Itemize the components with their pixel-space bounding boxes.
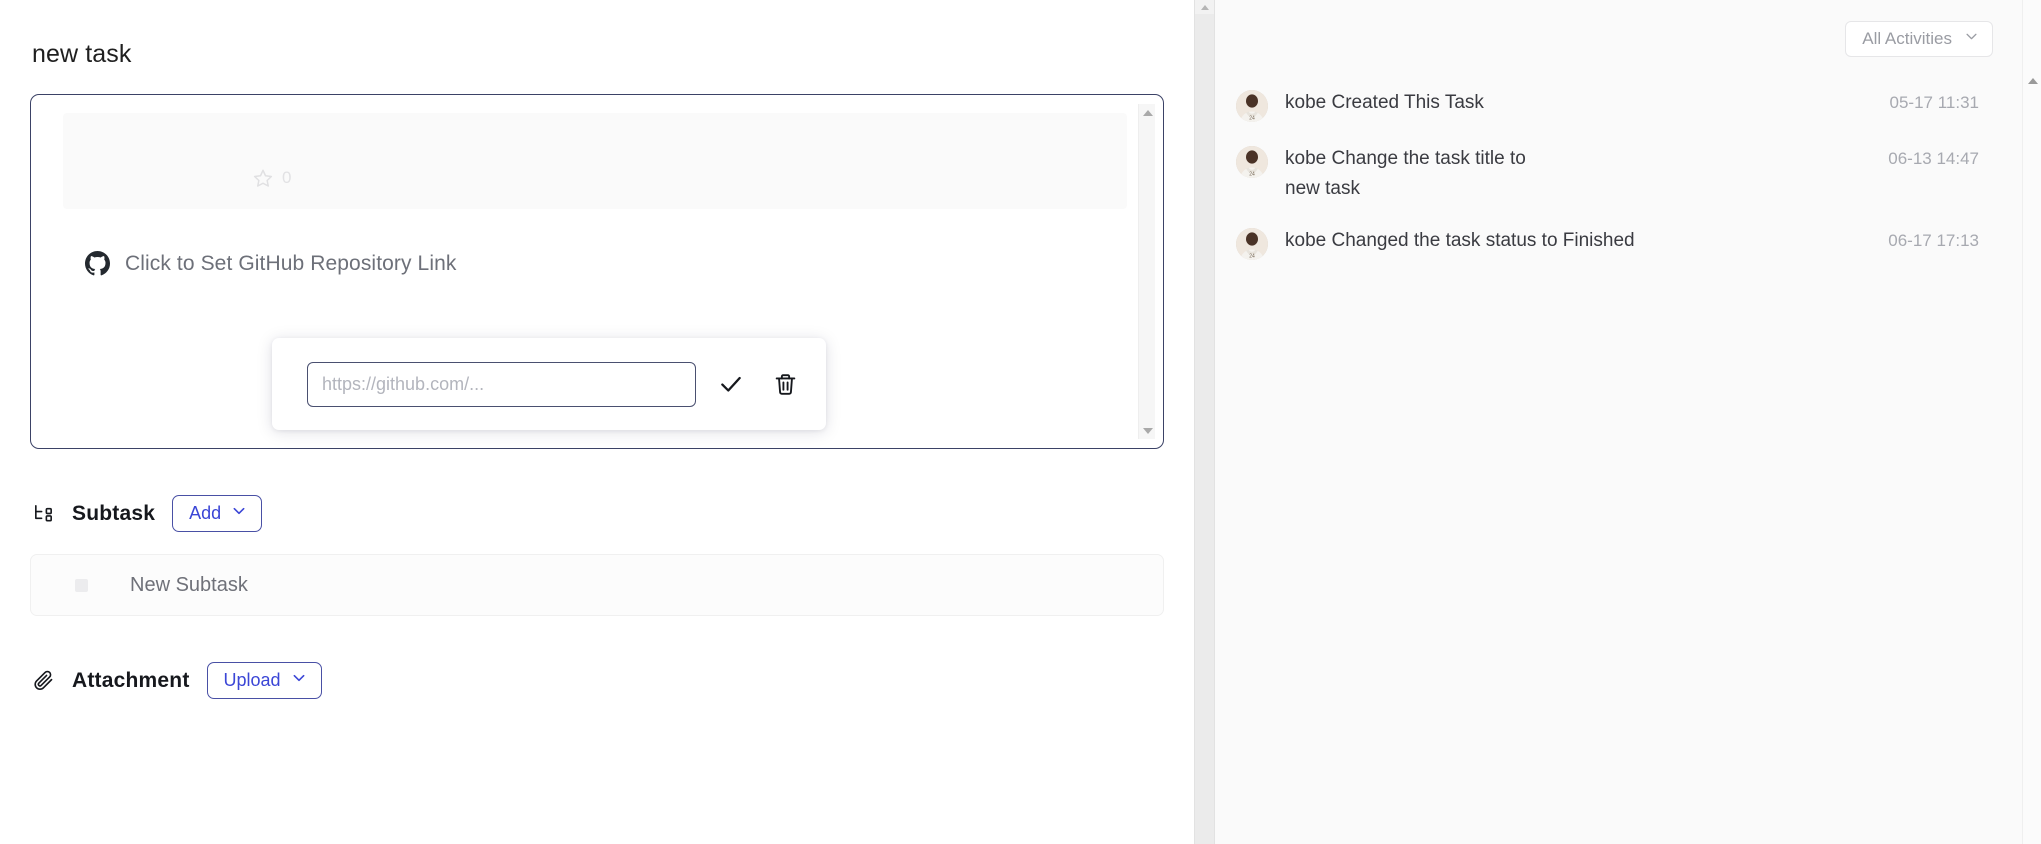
activities-filter-label: All Activities <box>1862 29 1952 48</box>
repo-link-row[interactable]: Click to Set GitHub Repository Link <box>63 251 1127 276</box>
subtask-item-label: New Subtask <box>130 573 248 596</box>
activity-text: kobe Change the task title to new task <box>1285 148 1526 199</box>
repo-stars: 0 <box>253 168 291 188</box>
upload-attachment-button[interactable]: Upload <box>206 662 322 699</box>
repo-link-prompt: Click to Set GitHub Repository Link <box>125 251 457 275</box>
activity-item: 24 kobe Created This Task 05-17 11:31 <box>1236 77 2015 133</box>
repo-banner: 0 <box>63 113 1127 209</box>
activities-filter-select[interactable]: All Activities <box>1845 21 1993 57</box>
activity-item: 24 kobe Change the task title to new tas… <box>1236 133 2015 215</box>
activities-filter-row: All Activities <box>1215 0 2015 57</box>
panel-divider[interactable] <box>1194 0 1215 844</box>
activity-text: kobe Created This Task <box>1285 92 1484 113</box>
avatar: 24 <box>1236 228 1268 260</box>
delete-link-button[interactable] <box>766 365 804 403</box>
activity-list: 24 kobe Created This Task 05-17 11:31 24 <box>1215 77 2015 271</box>
chevron-down-icon <box>1964 29 1979 49</box>
list-item[interactable]: New Subtask <box>30 554 1164 616</box>
activity-timestamp: 05-17 11:31 <box>1889 93 1979 112</box>
svg-text:24: 24 <box>1249 115 1255 121</box>
subtask-checkbox[interactable] <box>75 578 88 592</box>
scroll-up-icon[interactable] <box>2023 72 2041 90</box>
divider-scroll-up-icon[interactable] <box>1195 0 1214 14</box>
repo-stars-count: 0 <box>282 168 292 187</box>
activity-panel-scrollbar[interactable] <box>2022 0 2041 844</box>
avatar: 24 <box>1236 90 1268 122</box>
activity-panel: All Activities 24 kobe Created This Task… <box>1215 0 2041 844</box>
chevron-down-icon <box>231 503 247 524</box>
attachment-title: Attachment <box>72 668 190 692</box>
task-detail-page: new task 0 Click to Set GitHub Repositor… <box>0 0 2041 844</box>
star-icon <box>253 168 273 188</box>
activity-text: kobe Changed the task status to Finished <box>1285 230 1635 251</box>
scroll-up-icon[interactable] <box>1139 104 1156 121</box>
github-icon <box>85 251 110 276</box>
page-title: new task <box>32 40 132 68</box>
repo-card-scrollbar[interactable] <box>1138 104 1155 439</box>
subtask-title: Subtask <box>72 501 156 525</box>
subtask-section-header: Subtask Add <box>30 495 1164 532</box>
subtask-tree-icon <box>32 502 55 525</box>
activity-timestamp: 06-17 17:13 <box>1888 231 1979 250</box>
chevron-down-icon <box>291 670 307 691</box>
upload-attachment-label: Upload <box>223 670 281 690</box>
activity-timestamp: 06-13 14:47 <box>1888 149 1979 168</box>
confirm-link-button[interactable] <box>712 365 750 403</box>
avatar: 24 <box>1236 146 1268 178</box>
subtask-list: New Subtask <box>30 554 1164 616</box>
scroll-down-icon[interactable] <box>1139 422 1156 439</box>
github-link-editor-popup <box>272 338 826 430</box>
github-link-input[interactable] <box>307 361 696 407</box>
svg-text:24: 24 <box>1249 253 1255 259</box>
activity-item: 24 kobe Changed the task status to Finis… <box>1236 215 2015 271</box>
add-subtask-button[interactable]: Add <box>172 495 263 532</box>
attachment-section-header: Attachment Upload <box>30 662 1164 699</box>
paperclip-icon <box>32 669 55 692</box>
task-main-panel: new task 0 Click to Set GitHub Repositor… <box>0 0 1194 844</box>
svg-text:24: 24 <box>1249 171 1255 177</box>
add-subtask-label: Add <box>189 503 222 523</box>
